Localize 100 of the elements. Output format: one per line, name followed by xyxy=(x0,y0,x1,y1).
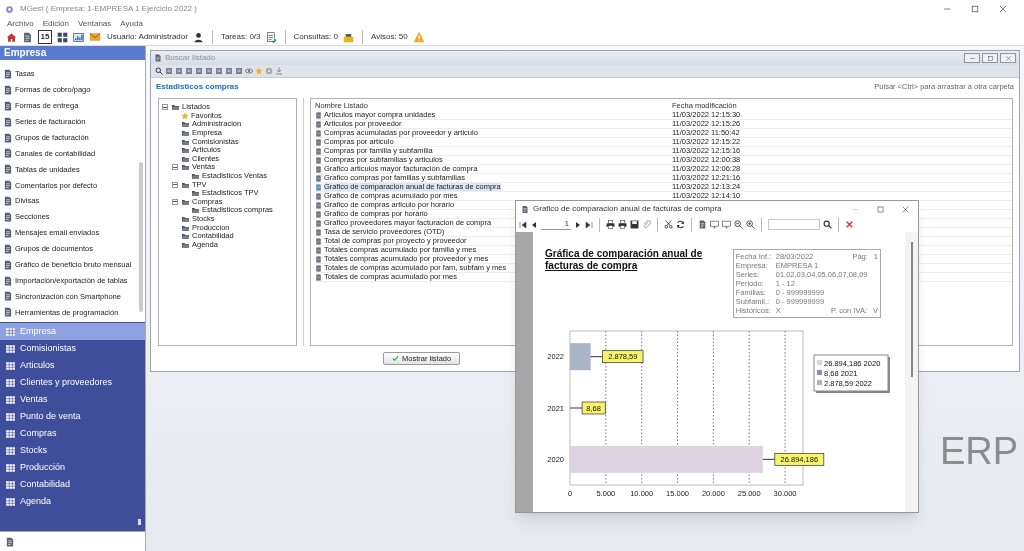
module-tab[interactable]: Compras xyxy=(0,425,145,442)
document-icon[interactable] xyxy=(175,67,183,75)
table-icon xyxy=(5,411,16,422)
app-icon xyxy=(5,4,14,14)
tasks-icon[interactable] xyxy=(265,31,277,43)
document-icon[interactable] xyxy=(698,220,707,229)
module-tab[interactable]: Producción xyxy=(0,459,145,476)
folder-icon xyxy=(171,103,180,112)
document-icon xyxy=(154,54,162,62)
window-title: MGest ( Empresa: 1-EMPRESA 1 Ejercicio 2022 ) xyxy=(20,3,197,15)
eye-icon[interactable] xyxy=(245,67,253,75)
save-icon[interactable] xyxy=(630,220,639,229)
module-tab[interactable]: Punto de venta xyxy=(0,408,145,425)
document-icon xyxy=(3,196,13,207)
zoom-out-icon[interactable] xyxy=(734,220,743,229)
scrollbar-thumb[interactable] xyxy=(910,242,913,377)
search-icon[interactable] xyxy=(823,220,832,229)
last-page-icon[interactable] xyxy=(585,220,593,229)
window-title: Grafico de comparacion anual de facturas de compra xyxy=(533,203,722,215)
document-icon xyxy=(3,148,13,159)
expander-toggle[interactable] xyxy=(172,164,178,171)
grid-icon[interactable] xyxy=(57,31,68,43)
close-button[interactable] xyxy=(998,4,1008,14)
document-icon[interactable] xyxy=(185,67,193,75)
window-title: Buscar listado xyxy=(165,52,216,64)
expander-toggle[interactable] xyxy=(172,198,178,205)
star-icon xyxy=(181,111,189,120)
document-icon[interactable] xyxy=(22,31,33,43)
document-icon[interactable] xyxy=(205,67,213,75)
close-button[interactable] xyxy=(901,204,910,214)
table-icon xyxy=(5,394,16,405)
module-tab[interactable]: Contabilidad xyxy=(0,476,145,493)
document-icon xyxy=(3,116,13,127)
module-tab[interactable]: Ventas xyxy=(0,391,145,408)
document-icon xyxy=(3,164,13,175)
user-icon[interactable] xyxy=(192,31,204,43)
document-icon xyxy=(3,68,13,79)
table-icon xyxy=(5,343,16,354)
first-page-icon[interactable] xyxy=(519,220,527,229)
more-handle[interactable] xyxy=(138,519,141,525)
table-icon xyxy=(5,462,16,473)
inbox-icon[interactable] xyxy=(342,31,354,43)
home-icon[interactable] xyxy=(6,31,17,43)
document-icon[interactable] xyxy=(215,67,223,75)
module-tab[interactable]: Comisionistas xyxy=(0,340,145,357)
monitor-icon[interactable] xyxy=(722,220,731,229)
printer-icon[interactable] xyxy=(618,220,627,229)
document-icon[interactable] xyxy=(225,67,233,75)
expander-toggle[interactable] xyxy=(162,104,168,111)
document-icon xyxy=(3,259,13,270)
close-icon[interactable] xyxy=(845,220,854,229)
module-tab[interactable]: Agenda xyxy=(0,493,145,510)
paperclip-icon[interactable] xyxy=(642,220,651,229)
star-icon[interactable] xyxy=(255,67,263,75)
next-page-icon[interactable] xyxy=(574,220,582,229)
menu-item[interactable]: Edición xyxy=(42,19,69,28)
menu-item[interactable]: Ayuda xyxy=(120,19,143,28)
menu-item[interactable]: Ventanas xyxy=(77,19,112,28)
module-tab[interactable]: Clientes y proveedores xyxy=(0,374,145,391)
module-tab[interactable]: Stocks xyxy=(0,442,145,459)
folder-icon xyxy=(181,137,190,146)
maximize-button[interactable] xyxy=(970,4,980,14)
previous-page-icon[interactable] xyxy=(530,220,538,229)
maximize-button[interactable] xyxy=(876,204,885,214)
table-icon xyxy=(5,445,16,456)
document-icon xyxy=(3,211,13,222)
folder-icon xyxy=(181,197,190,206)
zoom-in-icon[interactable] xyxy=(746,220,755,229)
document-icon[interactable] xyxy=(235,67,243,75)
table-icon xyxy=(5,360,16,371)
folder-icon xyxy=(181,154,190,163)
search-field[interactable] xyxy=(768,219,820,230)
minimize-button[interactable] xyxy=(964,53,980,63)
document-icon xyxy=(3,180,13,191)
search-icon[interactable] xyxy=(155,67,163,75)
logo-text: ERP xyxy=(940,432,1019,470)
table-icon xyxy=(5,479,16,490)
expander-toggle[interactable] xyxy=(172,181,178,188)
document-icon[interactable] xyxy=(5,536,15,547)
scissors-icon[interactable] xyxy=(664,220,673,229)
download-icon[interactable] xyxy=(275,67,283,75)
folder-icon xyxy=(191,172,200,181)
monitor-icon[interactable] xyxy=(710,220,719,229)
chart-icon[interactable] xyxy=(73,31,84,43)
alerts-label: Avisos: 50 xyxy=(370,31,408,43)
module-tab[interactable]: Articulos xyxy=(0,357,145,374)
document-icon xyxy=(3,275,13,286)
document-icon[interactable] xyxy=(195,67,203,75)
table-icon xyxy=(5,326,16,337)
scrollbar-thumb[interactable] xyxy=(139,162,143,312)
table-icon xyxy=(5,428,16,439)
restore-button[interactable] xyxy=(982,53,998,63)
close-button[interactable] xyxy=(1000,53,1016,63)
printer-icon[interactable] xyxy=(606,220,615,229)
folder-icon xyxy=(181,180,190,189)
refresh-icon[interactable] xyxy=(676,220,685,229)
queries-label: Consultas: 0 xyxy=(293,31,338,43)
menu-item[interactable]: Archivo xyxy=(7,19,34,28)
section-heading: Estadisticos compras xyxy=(156,81,239,93)
mail-icon[interactable] xyxy=(89,31,101,43)
